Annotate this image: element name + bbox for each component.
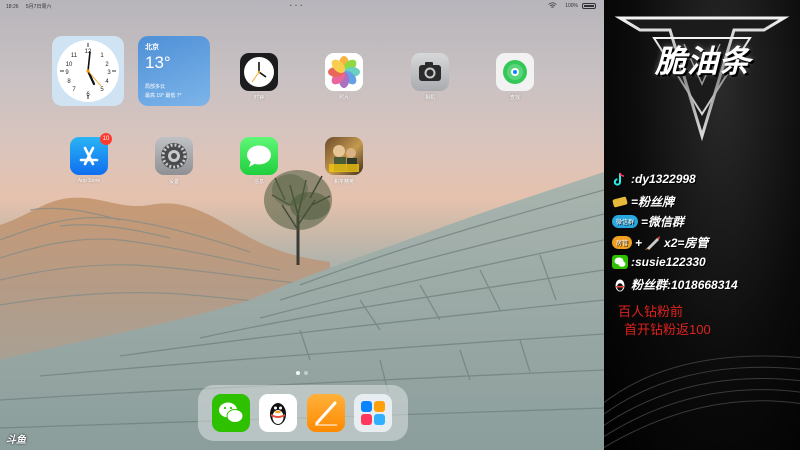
status-date: 5月7日周六 bbox=[25, 4, 52, 10]
tiktok-row: :dy1322998 bbox=[612, 172, 696, 186]
wechat-group-text: =微信群 bbox=[641, 215, 685, 229]
battery-icon bbox=[582, 3, 596, 9]
room-manager-text: x2=房管 bbox=[664, 236, 709, 250]
svg-text:4: 4 bbox=[105, 79, 109, 85]
game-icon bbox=[325, 137, 363, 175]
wechat-row: :susie122330 bbox=[612, 255, 706, 269]
fans-badge-text: =粉丝牌 bbox=[631, 195, 675, 209]
battery-percent: 100% bbox=[565, 3, 578, 9]
dock-app-qq[interactable] bbox=[259, 394, 297, 432]
fans-group-row: 粉丝群:1018668314 bbox=[612, 276, 738, 293]
weather-range: 最高 19° 最低 7° bbox=[145, 93, 182, 99]
app-library-icon bbox=[354, 394, 392, 432]
svg-text:6: 6 bbox=[86, 92, 90, 98]
app-label: 和平精英 bbox=[333, 179, 354, 185]
wechat-id: :susie122330 bbox=[631, 255, 706, 269]
dock-app-library[interactable] bbox=[354, 394, 392, 432]
svg-text:2: 2 bbox=[105, 62, 109, 68]
notification-badge: 10 bbox=[100, 133, 112, 145]
photos-icon bbox=[325, 53, 363, 91]
svg-text:3: 3 bbox=[107, 70, 111, 76]
tiktok-icon bbox=[612, 172, 628, 186]
pages-pen-icon bbox=[307, 394, 345, 432]
promo-line-2: 首开钻粉返100 bbox=[624, 319, 711, 338]
analog-clock-icon: 12 12 3 45 6 78 9 10 11 bbox=[60, 43, 116, 99]
app-label: App Store bbox=[77, 178, 101, 184]
find-my-icon bbox=[496, 53, 534, 91]
camera-icon bbox=[411, 53, 449, 91]
svg-text:5: 5 bbox=[100, 87, 104, 93]
weather-city: 北京 bbox=[145, 44, 159, 51]
app-clock[interactable]: 时钟 bbox=[240, 53, 278, 101]
status-bar: 18:26 5月7日周六 • • • 100% bbox=[0, 0, 604, 12]
app-label: 信息 bbox=[253, 179, 264, 185]
dock-app-pages[interactable] bbox=[307, 394, 345, 432]
qq-penguin-icon bbox=[612, 278, 628, 292]
page-indicator[interactable] bbox=[296, 371, 308, 375]
clock-icon bbox=[240, 53, 278, 91]
rocket-icon bbox=[645, 235, 661, 250]
svg-text:8: 8 bbox=[67, 79, 71, 85]
streamer-info-panel: 脆油条 :dy1322998 =粉丝牌 微信群 =微信群 房管 + x2=房管 … bbox=[604, 0, 800, 450]
wechat-icon bbox=[212, 394, 250, 432]
channel-name: 脆油条 bbox=[655, 44, 751, 80]
promo-line-2-number: 100 bbox=[689, 322, 711, 337]
room-manager-tag: 房管 bbox=[612, 236, 633, 249]
app-label: 照片 bbox=[338, 95, 349, 101]
app-label: 查找 bbox=[509, 95, 520, 101]
app-camera[interactable]: 相机 bbox=[411, 53, 449, 101]
fans-group-id: 粉丝群:1018668314 bbox=[631, 278, 738, 292]
fans-badge-row: =粉丝牌 bbox=[612, 193, 674, 210]
svg-text:7: 7 bbox=[72, 87, 76, 93]
wechat-icon bbox=[612, 255, 628, 269]
app-label: 相机 bbox=[424, 95, 435, 101]
wifi-icon bbox=[548, 2, 557, 11]
app-settings[interactable]: 设置 bbox=[155, 137, 193, 185]
app-messages[interactable]: 信息 bbox=[240, 137, 278, 185]
channel-logo: 脆油条 bbox=[614, 4, 790, 144]
page-dot bbox=[296, 371, 300, 375]
tiktok-id: :dy1322998 bbox=[631, 172, 696, 186]
qq-penguin-icon bbox=[259, 394, 297, 432]
svg-text:1: 1 bbox=[100, 53, 104, 59]
app-label: 时钟 bbox=[253, 95, 264, 101]
weather-condition: 局部多云 bbox=[145, 84, 166, 90]
svg-text:12: 12 bbox=[85, 49, 92, 55]
wechat-group-row: 微信群 =微信群 bbox=[612, 213, 684, 230]
app-app-store[interactable]: 10 App Store bbox=[70, 133, 112, 184]
dock-app-wechat[interactable] bbox=[212, 394, 250, 432]
app-label: 设置 bbox=[168, 179, 179, 185]
douyu-watermark: 斗鱼 bbox=[6, 435, 26, 446]
messages-icon bbox=[240, 137, 278, 175]
wechat-group-tag: 微信群 bbox=[612, 215, 639, 228]
dock bbox=[198, 385, 408, 441]
promo-line-1: 百人钻粉前 bbox=[618, 305, 684, 320]
status-time: 18:26 bbox=[6, 4, 19, 10]
settings-gear-icon bbox=[155, 137, 193, 175]
svg-text:9: 9 bbox=[65, 70, 69, 76]
weather-widget[interactable]: 北京 13° 局部多云 最高 19° 最低 7° bbox=[138, 36, 210, 106]
app-photos[interactable]: 照片 bbox=[325, 53, 363, 101]
clock-widget[interactable]: 12 1 2 3 45 6 78 9 10 11 bbox=[52, 36, 124, 106]
plus-icon: + bbox=[635, 235, 643, 250]
fans-badge-icon bbox=[612, 195, 628, 209]
app-peace-elite[interactable]: 和平精英 bbox=[325, 137, 363, 185]
weather-temperature: 13° bbox=[145, 53, 171, 72]
room-manager-row: 房管 + x2=房管 bbox=[612, 234, 708, 251]
svg-text:11: 11 bbox=[71, 53, 78, 59]
multitask-dots[interactable]: • • • bbox=[290, 3, 303, 9]
svg-text:10: 10 bbox=[66, 62, 73, 68]
ipad-home-screen: 18:26 5月7日周六 • • • 100% 12 1 2 3 45 6 78 9… bbox=[0, 0, 604, 450]
app-find-my[interactable]: 查找 bbox=[496, 53, 534, 101]
page-dot bbox=[304, 371, 308, 375]
promo-line-2-text: 首开钻粉返 bbox=[624, 323, 690, 338]
